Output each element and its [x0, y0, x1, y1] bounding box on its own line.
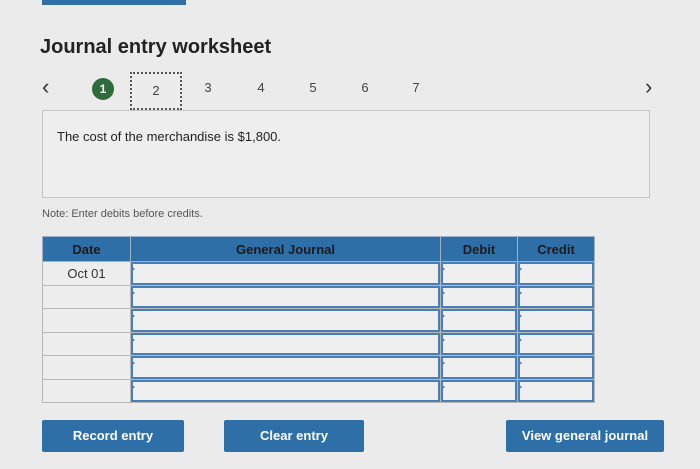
debit-cell — [440, 261, 518, 286]
credit-input[interactable] — [518, 309, 594, 332]
journal-entry-table: Date General Journal Debit Credit Oct 01 — [42, 236, 595, 403]
account-cell — [130, 284, 441, 309]
credit-input[interactable] — [518, 285, 594, 308]
date-cell — [42, 308, 131, 333]
credit-cell — [517, 308, 595, 333]
table-row — [42, 308, 595, 333]
debit-cell — [440, 378, 518, 403]
journal-table-body: Oct 01 — [42, 261, 595, 403]
table-row — [42, 378, 595, 403]
debit-input[interactable] — [441, 356, 517, 379]
step-6[interactable]: 6 — [355, 80, 375, 95]
date-cell — [42, 331, 131, 356]
date-cell — [42, 284, 131, 309]
debit-column-header: Debit — [440, 236, 518, 262]
journal-column-header: General Journal — [130, 236, 441, 262]
note-text: Note: Enter debits before credits. — [42, 208, 203, 220]
debit-cell — [440, 331, 518, 356]
credit-input[interactable] — [518, 262, 594, 285]
debit-input[interactable] — [441, 262, 517, 285]
debit-input[interactable] — [441, 285, 517, 308]
credit-input[interactable] — [518, 332, 594, 355]
debit-input[interactable] — [441, 332, 517, 355]
transaction-description-box: The cost of the merchandise is $1,800. — [42, 110, 650, 198]
account-input[interactable] — [131, 356, 440, 379]
step-4[interactable]: 4 — [251, 80, 271, 95]
account-cell — [130, 331, 441, 356]
debit-cell — [440, 308, 518, 333]
debit-input[interactable] — [441, 309, 517, 332]
account-input[interactable] — [131, 379, 440, 402]
account-input[interactable] — [131, 285, 440, 308]
account-cell — [130, 308, 441, 333]
date-cell — [42, 355, 131, 380]
date-cell: Oct 01 — [42, 261, 131, 286]
credit-cell — [517, 284, 595, 309]
account-input[interactable] — [131, 309, 440, 332]
view-general-journal-button[interactable]: View general journal — [506, 420, 664, 452]
debit-cell — [440, 284, 518, 309]
credit-input[interactable] — [518, 379, 594, 402]
record-entry-button[interactable]: Record entry — [42, 420, 184, 452]
next-arrow-icon[interactable]: › — [645, 74, 652, 100]
table-row — [42, 284, 595, 309]
step-navigation: ‹ 1 2 3 4 5 6 7 › — [0, 72, 700, 110]
credit-input[interactable] — [518, 356, 594, 379]
account-input[interactable] — [131, 262, 440, 285]
table-row — [42, 331, 595, 356]
date-column-header: Date — [42, 236, 131, 262]
debit-cell — [440, 355, 518, 380]
table-row: Oct 01 — [42, 261, 595, 286]
step-2-current[interactable]: 2 — [130, 72, 182, 110]
step-3[interactable]: 3 — [198, 80, 218, 95]
account-cell — [130, 261, 441, 286]
step-5[interactable]: 5 — [303, 80, 323, 95]
top-accent-bar — [42, 0, 186, 5]
transaction-description: The cost of the merchandise is $1,800. — [57, 129, 282, 144]
page-title: Journal entry worksheet — [40, 36, 272, 58]
account-input[interactable] — [131, 332, 440, 355]
date-cell — [42, 378, 131, 403]
credit-cell — [517, 378, 595, 403]
credit-column-header: Credit — [517, 236, 595, 262]
step-1-completed[interactable]: 1 — [92, 78, 114, 100]
credit-cell — [517, 331, 595, 356]
table-row — [42, 355, 595, 380]
clear-entry-button[interactable]: Clear entry — [224, 420, 364, 452]
prev-arrow-icon[interactable]: ‹ — [42, 74, 49, 100]
account-cell — [130, 355, 441, 380]
account-cell — [130, 378, 441, 403]
credit-cell — [517, 355, 595, 380]
debit-input[interactable] — [441, 379, 517, 402]
step-7[interactable]: 7 — [406, 80, 426, 95]
credit-cell — [517, 261, 595, 286]
